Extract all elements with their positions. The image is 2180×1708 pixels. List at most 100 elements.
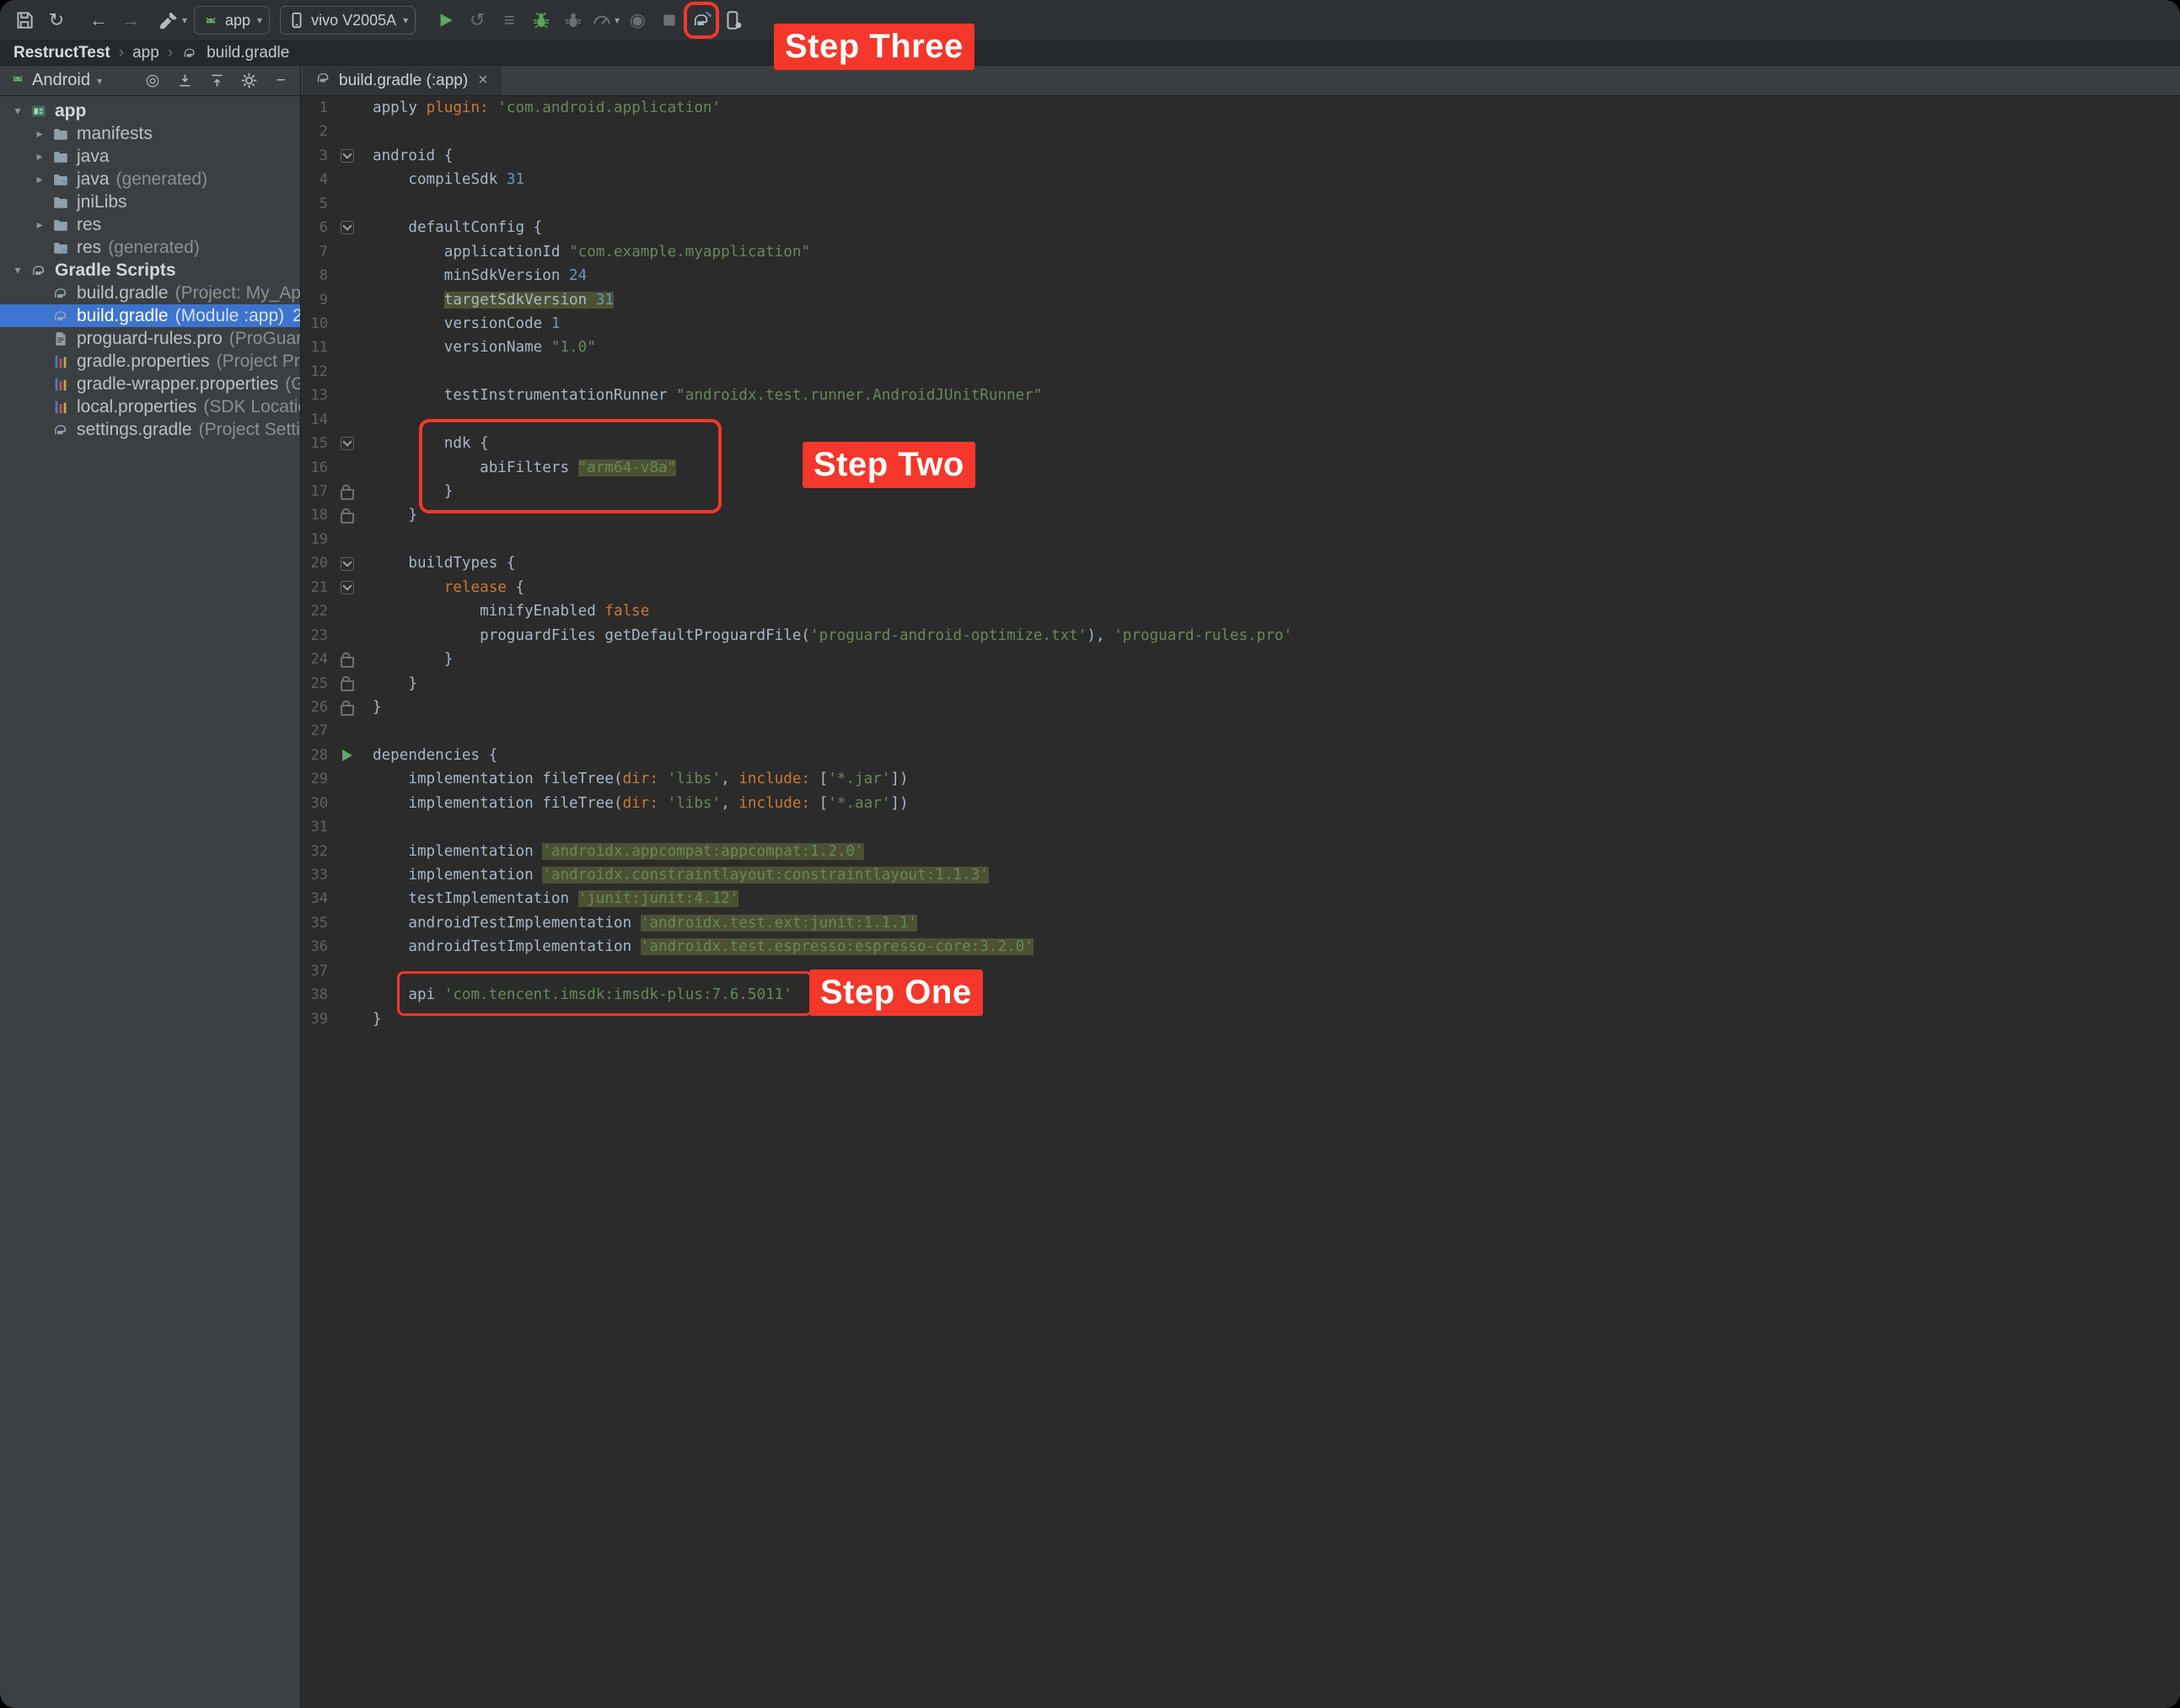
chevron-right-icon[interactable]: ▸ [29,149,51,164]
fold-icon[interactable] [328,144,367,168]
code-line-37[interactable]: 37 [301,959,2180,983]
line-number[interactable]: 5 [301,192,328,216]
tree-item-build-gradle[interactable]: build.gradle(Module :app)2023/1 [0,304,300,327]
code-line-35[interactable]: 35 androidTestImplementation 'androidx.t… [301,911,2180,935]
tree-item-res[interactable]: ▸res [0,213,300,236]
line-number[interactable]: 30 [301,792,328,815]
line-number[interactable]: 6 [301,216,328,239]
line-number[interactable]: 29 [301,767,328,791]
code-line-19[interactable]: 19 [301,528,2180,551]
line-number[interactable]: 27 [301,719,328,743]
code-line-5[interactable]: 5 [301,192,2180,216]
view-selector-label[interactable]: Android [32,71,90,90]
line-number[interactable]: 7 [301,240,328,264]
line-number[interactable]: 22 [301,599,328,623]
code-line-29[interactable]: 29 implementation fileTree(dir: 'libs', … [301,767,2180,791]
fold-icon[interactable] [328,576,367,599]
code-line-18[interactable]: 18 } [301,503,2180,527]
line-number[interactable]: 34 [301,887,328,910]
code-line-13[interactable]: 13 testInstrumentationRunner "androidx.t… [301,384,2180,407]
line-number[interactable]: 19 [301,528,328,551]
tree-item-res[interactable]: res(generated) [0,236,300,259]
save-all-icon[interactable] [10,5,39,35]
apply-code-changes-icon[interactable]: ≡ [495,5,524,35]
code-line-21[interactable]: 21 release { [301,576,2180,599]
tree-item-gradle-scripts[interactable]: ▾Gradle Scripts [0,259,300,282]
code-line-31[interactable]: 31 [301,815,2180,839]
forward-icon[interactable]: → [116,5,145,35]
tree-item-java[interactable]: ▸java(generated) [0,168,300,191]
code-line-9[interactable]: 9 targetSdkVersion 31 [301,288,2180,312]
code-line-34[interactable]: 34 testImplementation 'junit:junit:4.12' [301,887,2180,910]
code-line-25[interactable]: 25 } [301,672,2180,696]
chevron-right-icon[interactable]: ▸ [29,218,51,232]
line-number[interactable]: 28 [301,744,328,767]
line-number[interactable]: 15 [301,432,328,455]
line-number[interactable]: 2 [301,120,328,143]
locate-icon[interactable]: ◎ [142,70,164,92]
module-selector[interactable]: app▾ [194,6,270,35]
tree-item-java[interactable]: ▸java [0,145,300,168]
fold-end-icon[interactable] [328,503,367,527]
line-number[interactable]: 1 [301,96,328,120]
code-line-17[interactable]: 17 } [301,480,2180,503]
line-number[interactable]: 31 [301,815,328,839]
code-line-26[interactable]: 26} [301,696,2180,719]
tree-item-local-properties[interactable]: local.properties(SDK Location)2 [0,395,300,418]
settings-icon[interactable] [238,70,260,92]
line-number[interactable]: 12 [301,360,328,384]
line-number[interactable]: 20 [301,551,328,575]
profiler-icon[interactable]: ▾ [591,5,620,35]
line-number[interactable]: 23 [301,624,328,647]
line-number[interactable]: 35 [301,911,328,935]
chevron-right-icon[interactable]: ▸ [29,172,51,186]
line-number[interactable]: 14 [301,408,328,432]
code-line-14[interactable]: 14 [301,408,2180,432]
code-line-10[interactable]: 10 versionCode 1 [301,312,2180,336]
line-number[interactable]: 36 [301,935,328,959]
device-selector[interactable]: vivo V2005A▾ [280,6,416,35]
line-number[interactable]: 13 [301,384,328,407]
code-line-23[interactable]: 23 proguardFiles getDefaultProguardFile(… [301,624,2180,647]
line-number[interactable]: 26 [301,696,328,719]
tree-item-app[interactable]: ▾app [0,99,300,122]
line-number[interactable]: 37 [301,959,328,983]
code-line-2[interactable]: 2 [301,120,2180,143]
code-line-4[interactable]: 4 compileSdk 31 [301,168,2180,191]
build-hammer-icon[interactable]: ▾ [158,5,187,35]
fold-end-icon[interactable] [328,480,367,503]
chevron-down-icon[interactable]: ▾ [7,263,29,277]
breadcrumb-item[interactable]: app [132,44,159,62]
code-line-15[interactable]: 15 ndk { [301,432,2180,455]
fold-end-icon[interactable] [328,647,367,671]
chevron-down-icon[interactable]: ▾ [97,75,102,87]
line-number[interactable]: 32 [301,840,328,863]
line-number[interactable]: 24 [301,647,328,671]
chevron-right-icon[interactable]: ▸ [29,126,51,141]
line-number[interactable]: 39 [301,1007,328,1031]
tree-item-gradle-properties[interactable]: gradle.properties(Project Proper [0,350,300,373]
gradle-sync-icon[interactable] [687,5,716,35]
line-number[interactable]: 38 [301,983,328,1007]
fold-icon[interactable] [328,551,367,575]
line-number[interactable]: 4 [301,168,328,191]
line-number[interactable]: 21 [301,576,328,599]
run-gutter-icon[interactable] [328,744,367,767]
code-line-28[interactable]: 28dependencies { [301,744,2180,767]
code-line-8[interactable]: 8 minSdkVersion 24 [301,264,2180,287]
line-number[interactable]: 9 [301,288,328,312]
code-line-39[interactable]: 39} [301,1007,2180,1031]
line-number[interactable]: 18 [301,503,328,527]
line-number[interactable]: 25 [301,672,328,696]
code-line-33[interactable]: 33 implementation 'androidx.constraintla… [301,863,2180,887]
code-line-16[interactable]: 16 abiFilters "arm64-v8a" [301,456,2180,480]
breadcrumb-item[interactable]: RestructTest [13,44,110,62]
code-line-32[interactable]: 32 implementation 'androidx.appcompat:ap… [301,840,2180,863]
code-line-11[interactable]: 11 versionName "1.0" [301,336,2180,359]
tree-item-settings-gradle[interactable]: settings.gradle(Project Settings) [0,418,300,441]
collapse-all-icon[interactable] [174,70,196,92]
code-line-38[interactable]: 38 api 'com.tencent.imsdk:imsdk-plus:7.6… [301,983,2180,1007]
code-line-7[interactable]: 7 applicationId "com.example.myapplicati… [301,240,2180,264]
code-line-6[interactable]: 6 defaultConfig { [301,216,2180,239]
line-number[interactable]: 10 [301,312,328,336]
